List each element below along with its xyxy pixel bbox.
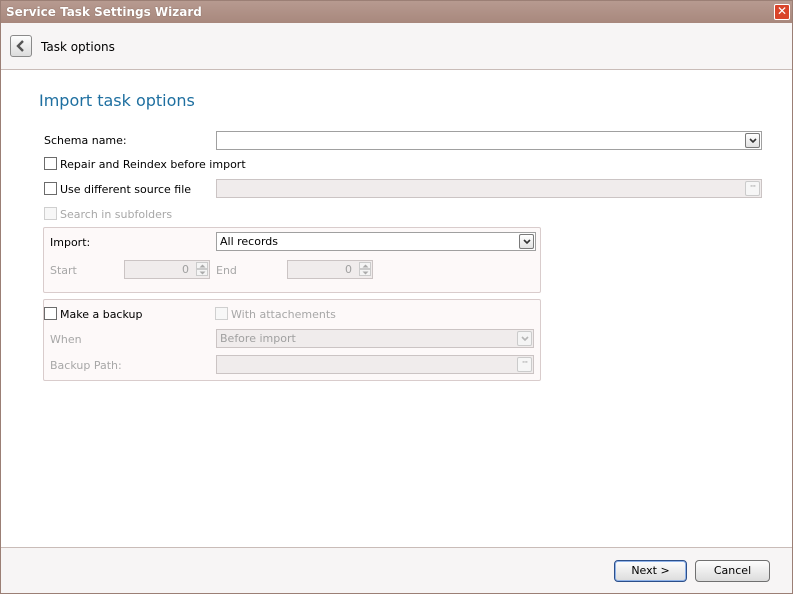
search-subfolders-checkbox[interactable] [44,207,57,220]
with-attachments-label: With attachements [231,308,336,321]
source-file-input[interactable]: ··· [216,179,762,198]
page-title: Task options [41,40,115,54]
repair-reindex-checkbox[interactable] [44,157,57,170]
make-backup-checkbox[interactable] [44,307,57,320]
ellipsis-icon: ··· [521,358,529,368]
next-button[interactable]: Next > [614,560,687,582]
ellipsis-icon: ··· [749,182,757,192]
when-value: Before import [220,332,296,345]
source-browse-button[interactable]: ··· [745,181,760,196]
end-value: 0 [345,263,352,276]
spin-down-icon[interactable] [359,269,371,276]
schema-name-dropdown[interactable] [216,131,762,150]
when-dropdown-button[interactable] [517,331,532,346]
make-backup-label: Make a backup [60,308,143,321]
start-value: 0 [182,263,189,276]
backup-path-label: Backup Path: [50,359,122,372]
import-selected-value: All records [220,235,279,248]
when-label: When [50,333,82,346]
window-title: Service Task Settings Wizard [6,5,202,19]
back-button[interactable] [10,35,32,57]
chevron-down-icon [521,336,529,342]
with-attachments-checkbox[interactable] [215,307,228,320]
wizard-window: Service Task Settings Wizard ✕ Task opti… [0,0,793,594]
schema-dropdown-button[interactable] [745,133,760,148]
different-source-checkbox[interactable] [44,182,57,195]
back-arrow-icon [16,40,24,52]
end-spinner[interactable]: 0 [287,260,373,279]
start-spin-buttons[interactable] [196,262,208,277]
spin-down-icon[interactable] [196,269,208,276]
different-source-label: Use different source file [60,183,192,196]
section-title: Import task options [39,91,195,110]
chevron-down-icon [523,239,531,245]
backup-path-input[interactable]: ··· [216,355,534,374]
cancel-button[interactable]: Cancel [695,560,770,582]
import-label: Import: [50,236,91,249]
title-bar: Service Task Settings Wizard [1,1,792,23]
schema-name-label: Schema name: [44,134,127,147]
end-label: End [216,264,237,277]
spin-up-icon[interactable] [359,262,371,269]
chevron-down-icon [749,138,757,144]
repair-reindex-label: Repair and Reindex before import [60,158,246,171]
when-dropdown[interactable]: Before import [216,329,534,348]
spin-up-icon[interactable] [196,262,208,269]
start-spinner[interactable]: 0 [124,260,210,279]
end-spin-buttons[interactable] [359,262,371,277]
close-icon[interactable]: ✕ [774,4,790,20]
search-subfolders-label: Search in subfolders [60,208,173,221]
wizard-footer: Next > Cancel [1,547,792,593]
wizard-header: Task options [1,23,792,70]
import-dropdown-button[interactable] [519,234,534,249]
backup-browse-button[interactable]: ··· [517,357,532,372]
import-dropdown[interactable]: All records [216,232,536,251]
start-label: Start [50,264,77,277]
